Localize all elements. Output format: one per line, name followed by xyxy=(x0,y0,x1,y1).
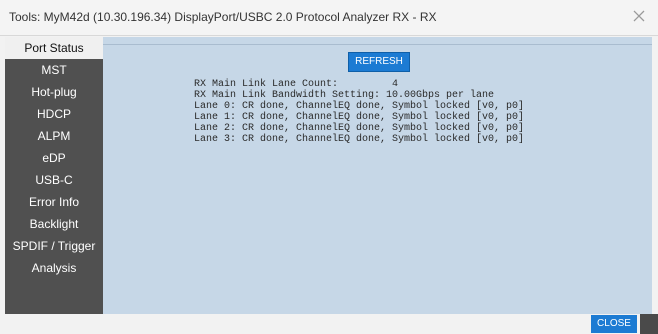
refresh-button[interactable]: REFRESH xyxy=(348,52,410,72)
status-line-lane-count: RX Main Link Lane Count: 4 xyxy=(194,79,399,90)
sidebar-item-analysis[interactable]: Analysis xyxy=(5,257,103,279)
dialog-footer xyxy=(0,314,658,334)
close-icon[interactable] xyxy=(630,7,648,25)
status-line-lane-0: Lane 0: CR done, ChannelEQ done, Symbol … xyxy=(194,101,525,112)
sidebar-item-usb-c[interactable]: USB-C xyxy=(5,169,103,191)
sidebar-item-hot-plug[interactable]: Hot-plug xyxy=(5,81,103,103)
status-line-lane-2: Lane 2: CR done, ChannelEQ done, Symbol … xyxy=(194,123,525,134)
sidebar-item-spdif-trigger[interactable]: SPDIF / Trigger xyxy=(5,235,103,257)
sidebar: Port Status MST Hot-plug HDCP ALPM eDP U… xyxy=(5,37,103,314)
sidebar-item-hdcp[interactable]: HDCP xyxy=(5,103,103,125)
resize-handle[interactable] xyxy=(640,314,658,334)
close-button[interactable]: CLOSE xyxy=(591,315,637,333)
window-title: Tools: MyM42d (10.30.196.34) DisplayPort… xyxy=(9,10,437,24)
sidebar-item-alpm[interactable]: ALPM xyxy=(5,125,103,147)
status-output: RX Main Link Lane Count: 4 RX Main Link … xyxy=(194,79,524,145)
title-bar: Tools: MyM42d (10.30.196.34) DisplayPort… xyxy=(0,0,658,36)
port-status-panel: REFRESH RX Main Link Lane Count: 4 RX Ma… xyxy=(103,37,652,314)
panel-divider xyxy=(103,44,652,45)
sidebar-item-backlight[interactable]: Backlight xyxy=(5,213,103,235)
sidebar-item-port-status[interactable]: Port Status xyxy=(5,37,103,59)
sidebar-item-edp[interactable]: eDP xyxy=(5,147,103,169)
sidebar-item-error-info[interactable]: Error Info xyxy=(5,191,103,213)
status-line-bandwidth: RX Main Link Bandwidth Setting: 10.00Gbp… xyxy=(194,90,495,101)
sidebar-item-mst[interactable]: MST xyxy=(5,59,103,81)
status-line-lane-1: Lane 1: CR done, ChannelEQ done, Symbol … xyxy=(194,112,525,123)
status-line-lane-3: Lane 3: CR done, ChannelEQ done, Symbol … xyxy=(194,134,525,145)
